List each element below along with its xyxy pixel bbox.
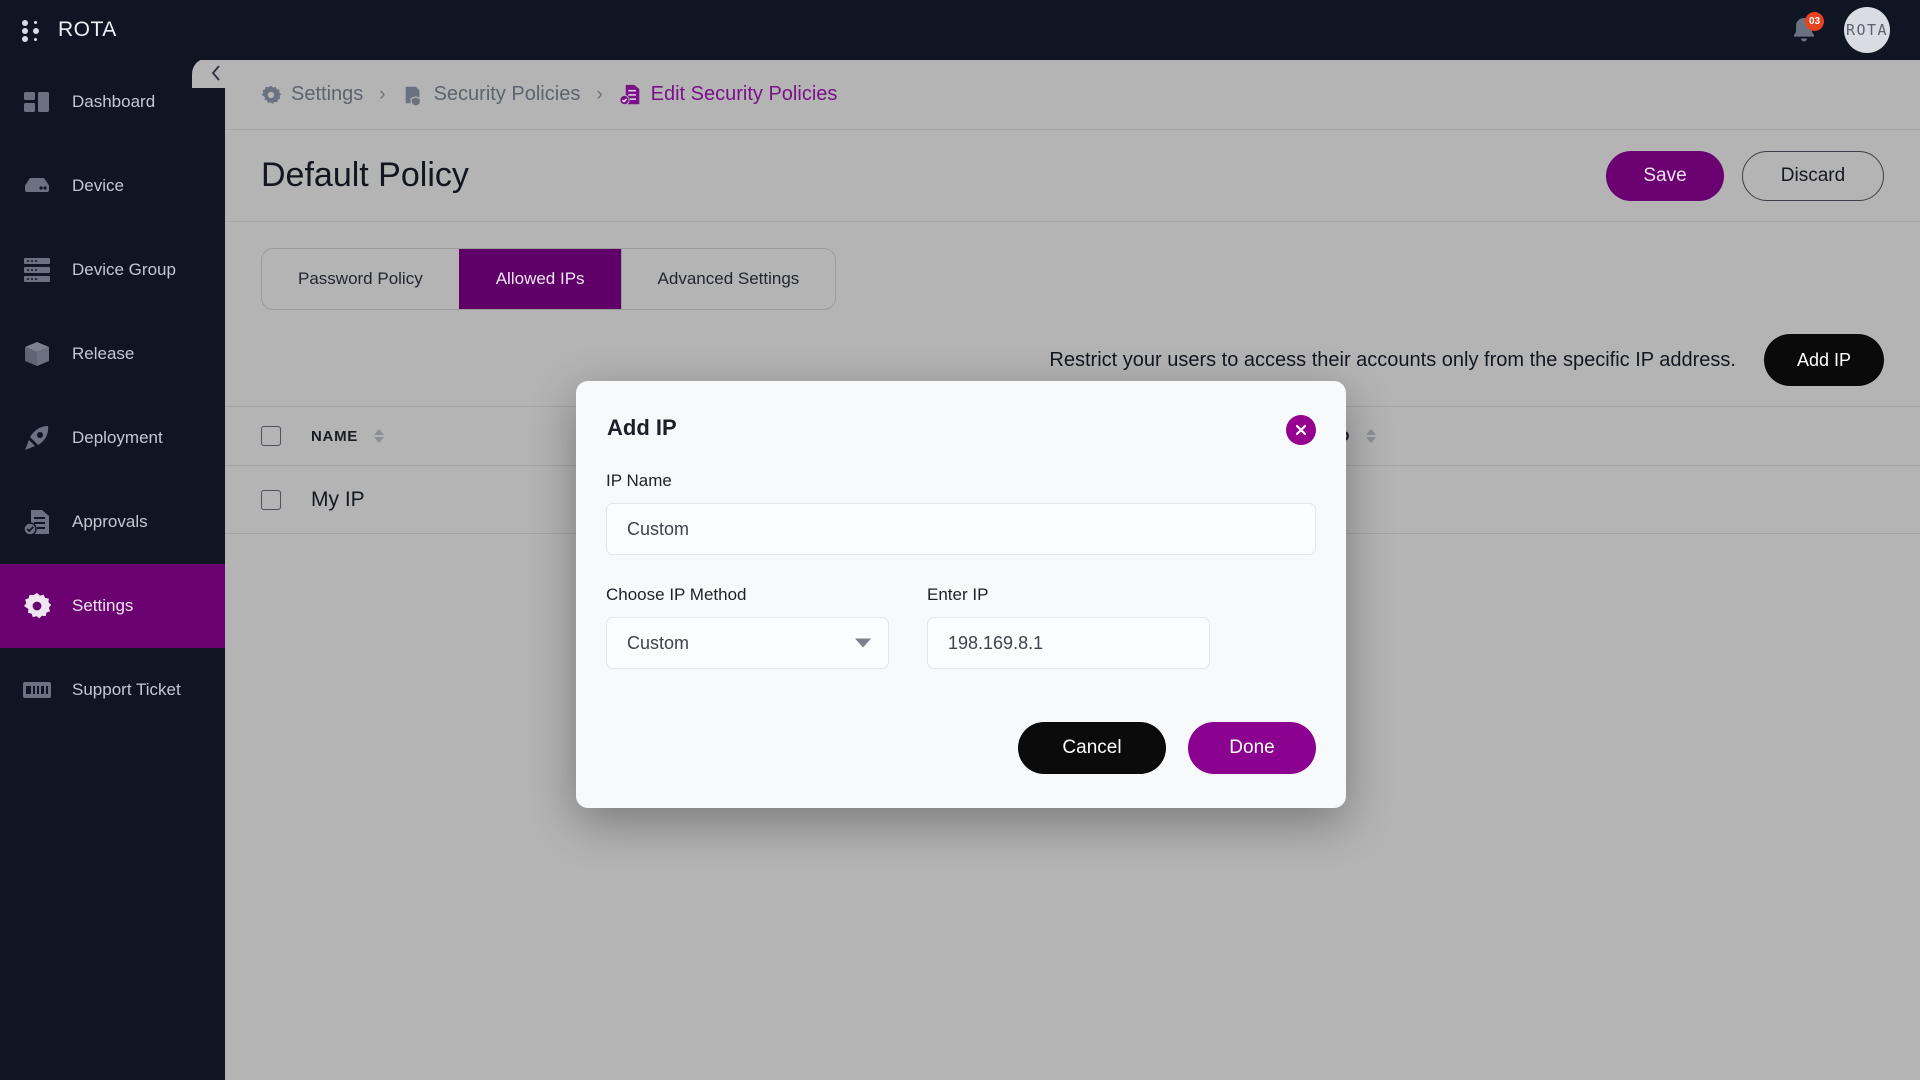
enter-ip-input[interactable]: [927, 617, 1210, 669]
ip-name-field-group: IP Name: [606, 471, 1316, 555]
ip-name-input[interactable]: [606, 503, 1316, 555]
modal-actions: Cancel Done: [1018, 722, 1316, 774]
enter-ip-field-group: Enter IP: [927, 585, 1210, 669]
modal-field-row: Choose IP Method Enter IP: [606, 585, 1316, 669]
modal-overlay: Add IP IP Name Choose IP Method: [0, 0, 1920, 1080]
ip-method-label: Choose IP Method: [606, 585, 889, 605]
app-root: ROTA 03 ROTA Dashboard: [0, 0, 1920, 1080]
close-button[interactable]: [1286, 415, 1316, 445]
modal-title: Add IP: [606, 415, 677, 441]
add-ip-modal: Add IP IP Name Choose IP Method: [576, 381, 1346, 808]
cancel-button[interactable]: Cancel: [1018, 722, 1166, 774]
modal-header: Add IP: [606, 415, 1316, 445]
done-button[interactable]: Done: [1188, 722, 1316, 774]
ip-method-value[interactable]: [606, 617, 889, 669]
close-icon: [1294, 423, 1308, 437]
enter-ip-label: Enter IP: [927, 585, 1210, 605]
ip-method-field-group: Choose IP Method: [606, 585, 889, 669]
ip-name-label: IP Name: [606, 471, 1316, 491]
ip-method-select[interactable]: [606, 617, 889, 669]
